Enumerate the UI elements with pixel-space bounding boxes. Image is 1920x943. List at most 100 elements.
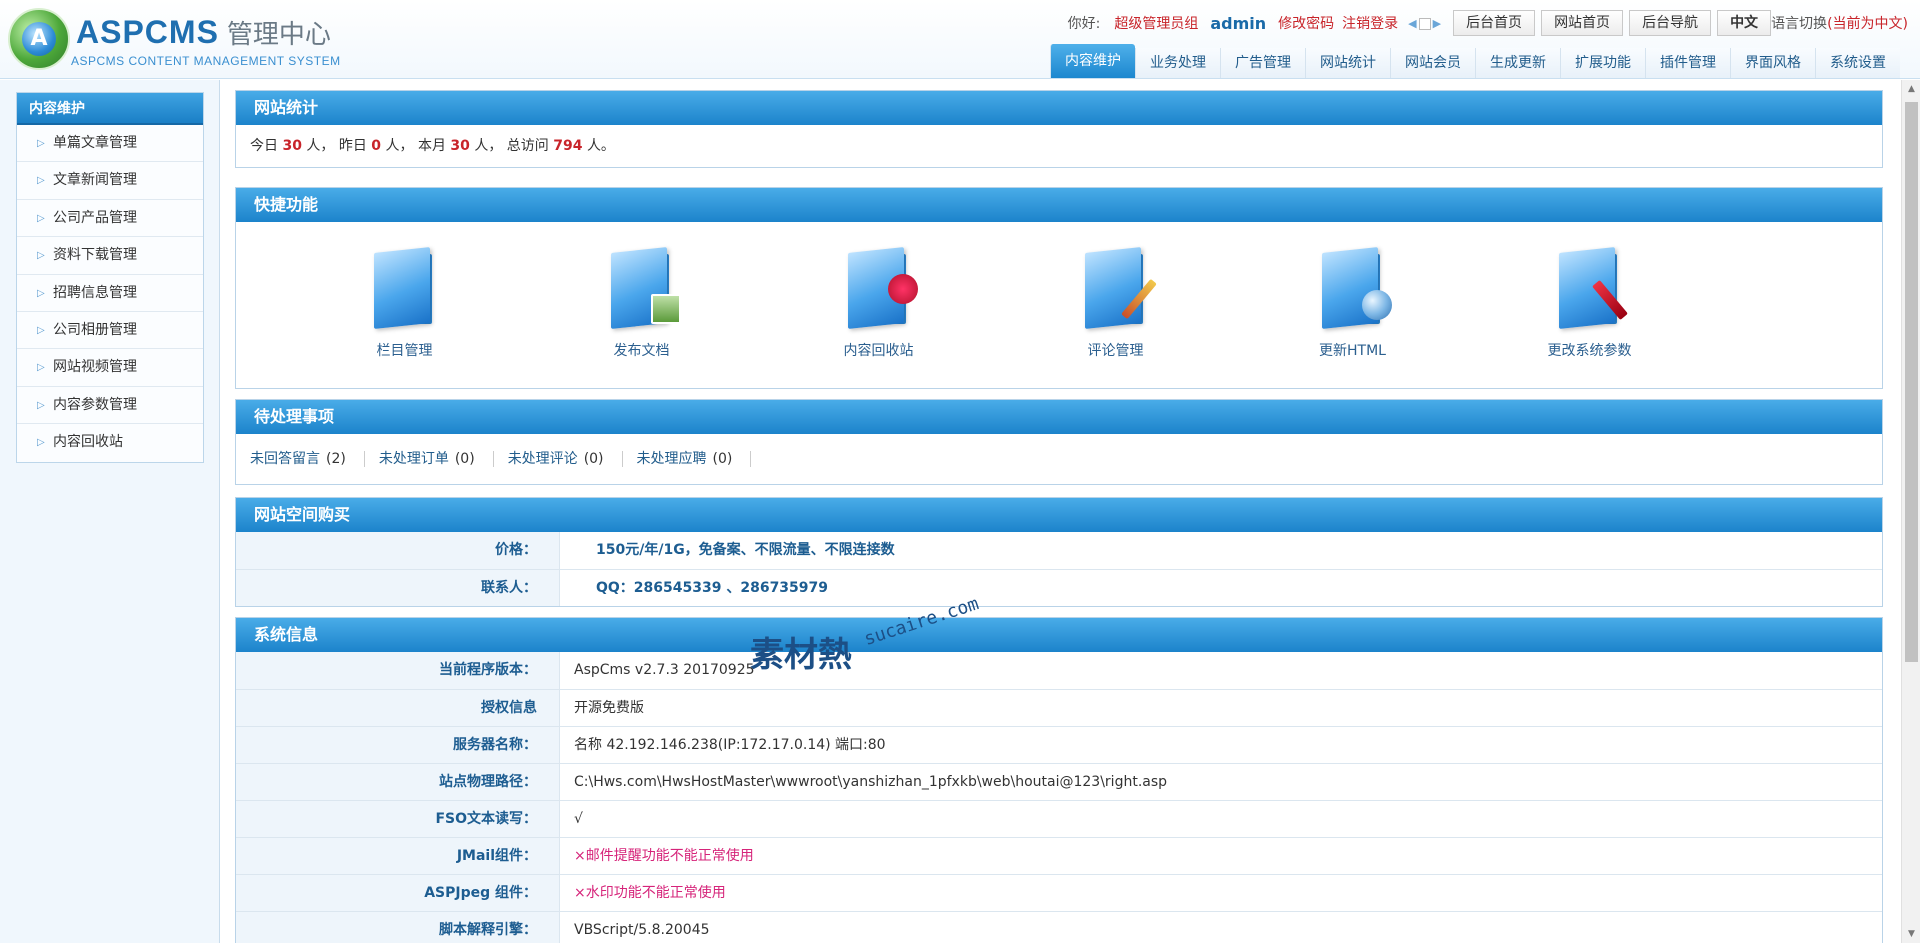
tab-ads[interactable]: 广告管理	[1220, 48, 1305, 78]
row-key: ASPJpeg 组件：	[236, 875, 560, 911]
stats-text: 人， 总访问	[474, 138, 549, 154]
quick-label[interactable]: 发布文档	[523, 340, 760, 360]
quick-label[interactable]: 评论管理	[997, 340, 1234, 360]
greeting: 你好:	[1067, 16, 1101, 32]
space-table: 价格： 150元/年/1G，免备案、不限流量、不限连接数 联系人： QQ：28654…	[236, 532, 1882, 606]
brand-english: ASPCMS CONTENT MANAGEMENT SYSTEM	[71, 54, 341, 68]
sidebar-item-label: 文章新闻管理	[53, 172, 137, 189]
row-key: JMail组件：	[236, 838, 560, 874]
chevron-right-icon: ▷	[37, 212, 45, 224]
folder-pencil-icon[interactable]	[1084, 247, 1157, 329]
language-switch-label[interactable]: 语言切换	[1771, 13, 1827, 33]
quick-publish-document[interactable]: 发布文档	[523, 222, 760, 388]
sidebar-menu: 内容维护 ▷ 单篇文章管理 ▷ 文章新闻管理 ▷ 公司产品管理 ▷ 资料下载管理 ▷ 招聘…	[16, 92, 204, 463]
quick-label[interactable]: 更改系统参数	[1471, 340, 1708, 360]
space-panel-title: 网站空间购买	[236, 498, 1882, 532]
scroll-thumb[interactable]	[1905, 102, 1918, 662]
quick-column-management[interactable]: 栏目管理	[286, 222, 523, 388]
quick-label[interactable]: 更新HTML	[1234, 340, 1471, 360]
tab-extensions[interactable]: 扩展功能	[1560, 48, 1645, 78]
tab-business[interactable]: 业务处理	[1135, 48, 1220, 78]
main-content: 网站统计 今日 30 人， 昨日 0 人， 本月 30 人， 总访问 794 人…	[221, 80, 1901, 943]
quick-recycle-bin[interactable]: 内容回收站	[760, 222, 997, 388]
row-value: QQ：286545339 、286735979	[596, 580, 829, 596]
brand-name: ASPCMS	[76, 14, 219, 50]
arrow-right-icon[interactable]: ▶	[1433, 17, 1441, 30]
quick-panel-title: 快捷功能	[236, 188, 1882, 222]
todo-label[interactable]: 未处理应聘	[637, 451, 707, 467]
quick-comment-management[interactable]: 评论管理	[997, 222, 1234, 388]
today-count: 30	[282, 138, 302, 154]
sidebar-item-label: 单篇文章管理	[53, 135, 137, 151]
row-key: 站点物理路径：	[236, 764, 560, 800]
scroll-down-icon[interactable]: ▼	[1902, 925, 1920, 943]
todo-list: 未回答留言 (2) 未处理订单 (0) 未处理评论 (0) 未处理应聘 (0)	[236, 434, 1882, 484]
row-key: 服务器名称：	[236, 727, 560, 763]
scroll-up-icon[interactable]: ▲	[1902, 80, 1920, 98]
row-key: 脚本解释引擎：	[236, 912, 560, 943]
row-value: C:\Hws.com\HwsHostMaster\wwwroot\yanshiz…	[574, 774, 1168, 790]
tab-content[interactable]: 内容维护	[1050, 44, 1135, 78]
stats-text: 今日	[250, 138, 278, 154]
folder-tools-icon[interactable]	[1558, 247, 1628, 329]
admin-home-button[interactable]: 后台首页	[1453, 10, 1536, 36]
nav-arrows[interactable]: ◀ ▶	[1408, 17, 1441, 30]
quick-label[interactable]: 内容回收站	[760, 340, 997, 360]
yesterday-count: 0	[371, 138, 382, 154]
quick-update-html[interactable]: 更新HTML	[1234, 222, 1471, 388]
logout-link[interactable]: 注销登录	[1342, 13, 1398, 33]
sidebar-item-recycle[interactable]: ▷ 内容回收站	[17, 424, 203, 462]
todo-label[interactable]: 未处理评论	[508, 451, 578, 467]
sidebar-item-albums[interactable]: ▷ 公司相册管理	[17, 311, 203, 350]
tab-members[interactable]: 网站会员	[1390, 48, 1475, 78]
admin-nav-button[interactable]: 后台导航	[1629, 10, 1712, 36]
system-info-panel: 系统信息 当前程序版本： AspCms v2.7.3 20170925 授权信息开…	[235, 617, 1883, 943]
arrow-left-icon[interactable]: ◀	[1408, 17, 1416, 30]
change-password-link[interactable]: 修改密码	[1278, 13, 1334, 33]
todo-unanswered-messages[interactable]: 未回答留言 (2)	[250, 451, 365, 467]
todo-pending-orders[interactable]: 未处理订单 (0)	[379, 451, 494, 467]
folder-book-icon[interactable]	[373, 247, 436, 329]
sys-row-license: 授权信息 开源免费版	[236, 689, 1882, 726]
space-panel: 网站空间购买 价格： 150元/年/1G，免备案、不限流量、不限连接数 联系人： Q…	[235, 497, 1883, 607]
sidebar-item-products[interactable]: ▷ 公司产品管理	[17, 199, 203, 238]
todo-label[interactable]: 未处理订单	[379, 451, 449, 467]
todo-label[interactable]: 未回答留言	[250, 451, 320, 467]
sidebar-title: 内容维护	[17, 93, 203, 125]
sys-row-version: 当前程序版本： AspCms v2.7.3 20170925	[236, 652, 1882, 689]
sidebar-item-label: 公司相册管理	[53, 321, 137, 338]
sidebar-item-videos[interactable]: ▷ 网站视频管理	[17, 349, 203, 387]
sidebar-item-news[interactable]: ▷ 文章新闻管理	[17, 162, 203, 200]
folder-picture-icon[interactable]	[610, 247, 681, 329]
tab-plugins[interactable]: 插件管理	[1645, 48, 1730, 78]
sidebar-item-label: 招聘信息管理	[53, 284, 137, 301]
row-value: AspCms v2.7.3 20170925	[574, 662, 755, 678]
system-info-table: 当前程序版本： AspCms v2.7.3 20170925 授权信息 开源免费版 …	[236, 652, 1882, 943]
chevron-right-icon: ▷	[37, 362, 45, 374]
todo-pending-applications[interactable]: 未处理应聘 (0)	[637, 451, 752, 467]
toggle-box-icon[interactable]	[1418, 17, 1431, 30]
user-role: 超级管理员组	[1114, 16, 1199, 32]
todo-pending-comments[interactable]: 未处理评论 (0)	[508, 451, 623, 467]
todo-count: (0)	[454, 451, 475, 467]
tab-theme[interactable]: 界面风格	[1730, 48, 1815, 78]
tab-stats[interactable]: 网站统计	[1305, 48, 1390, 78]
stats-text: 人。	[586, 138, 615, 154]
username: admin	[1210, 13, 1267, 33]
sidebar-item-single-article[interactable]: ▷ 单篇文章管理	[17, 125, 203, 163]
tab-generate[interactable]: 生成更新	[1475, 48, 1560, 78]
quick-system-params[interactable]: 更改系统参数	[1471, 222, 1708, 388]
sidebar-item-downloads[interactable]: ▷ 资料下载管理	[17, 237, 203, 275]
scrollbar[interactable]: ▲ ▼	[1901, 80, 1920, 943]
chinese-button[interactable]: 中文	[1717, 10, 1772, 36]
folder-globe-icon[interactable]	[1321, 247, 1392, 329]
folder-recycle-icon[interactable]	[847, 247, 918, 329]
user-bar: 你好: 超级管理员组 admin 修改密码 注销登录 ◀ ▶ 后台首页 网站首页 …	[1068, 10, 1908, 36]
site-home-button[interactable]: 网站首页	[1541, 10, 1624, 36]
sidebar-item-params[interactable]: ▷ 内容参数管理	[17, 386, 203, 425]
tab-settings[interactable]: 系统设置	[1815, 48, 1900, 78]
chevron-right-icon: ▷	[37, 138, 45, 149]
quick-label[interactable]: 栏目管理	[286, 340, 523, 360]
sidebar-item-jobs[interactable]: ▷ 招聘信息管理	[17, 274, 203, 312]
chevron-right-icon: ▷	[37, 175, 45, 187]
